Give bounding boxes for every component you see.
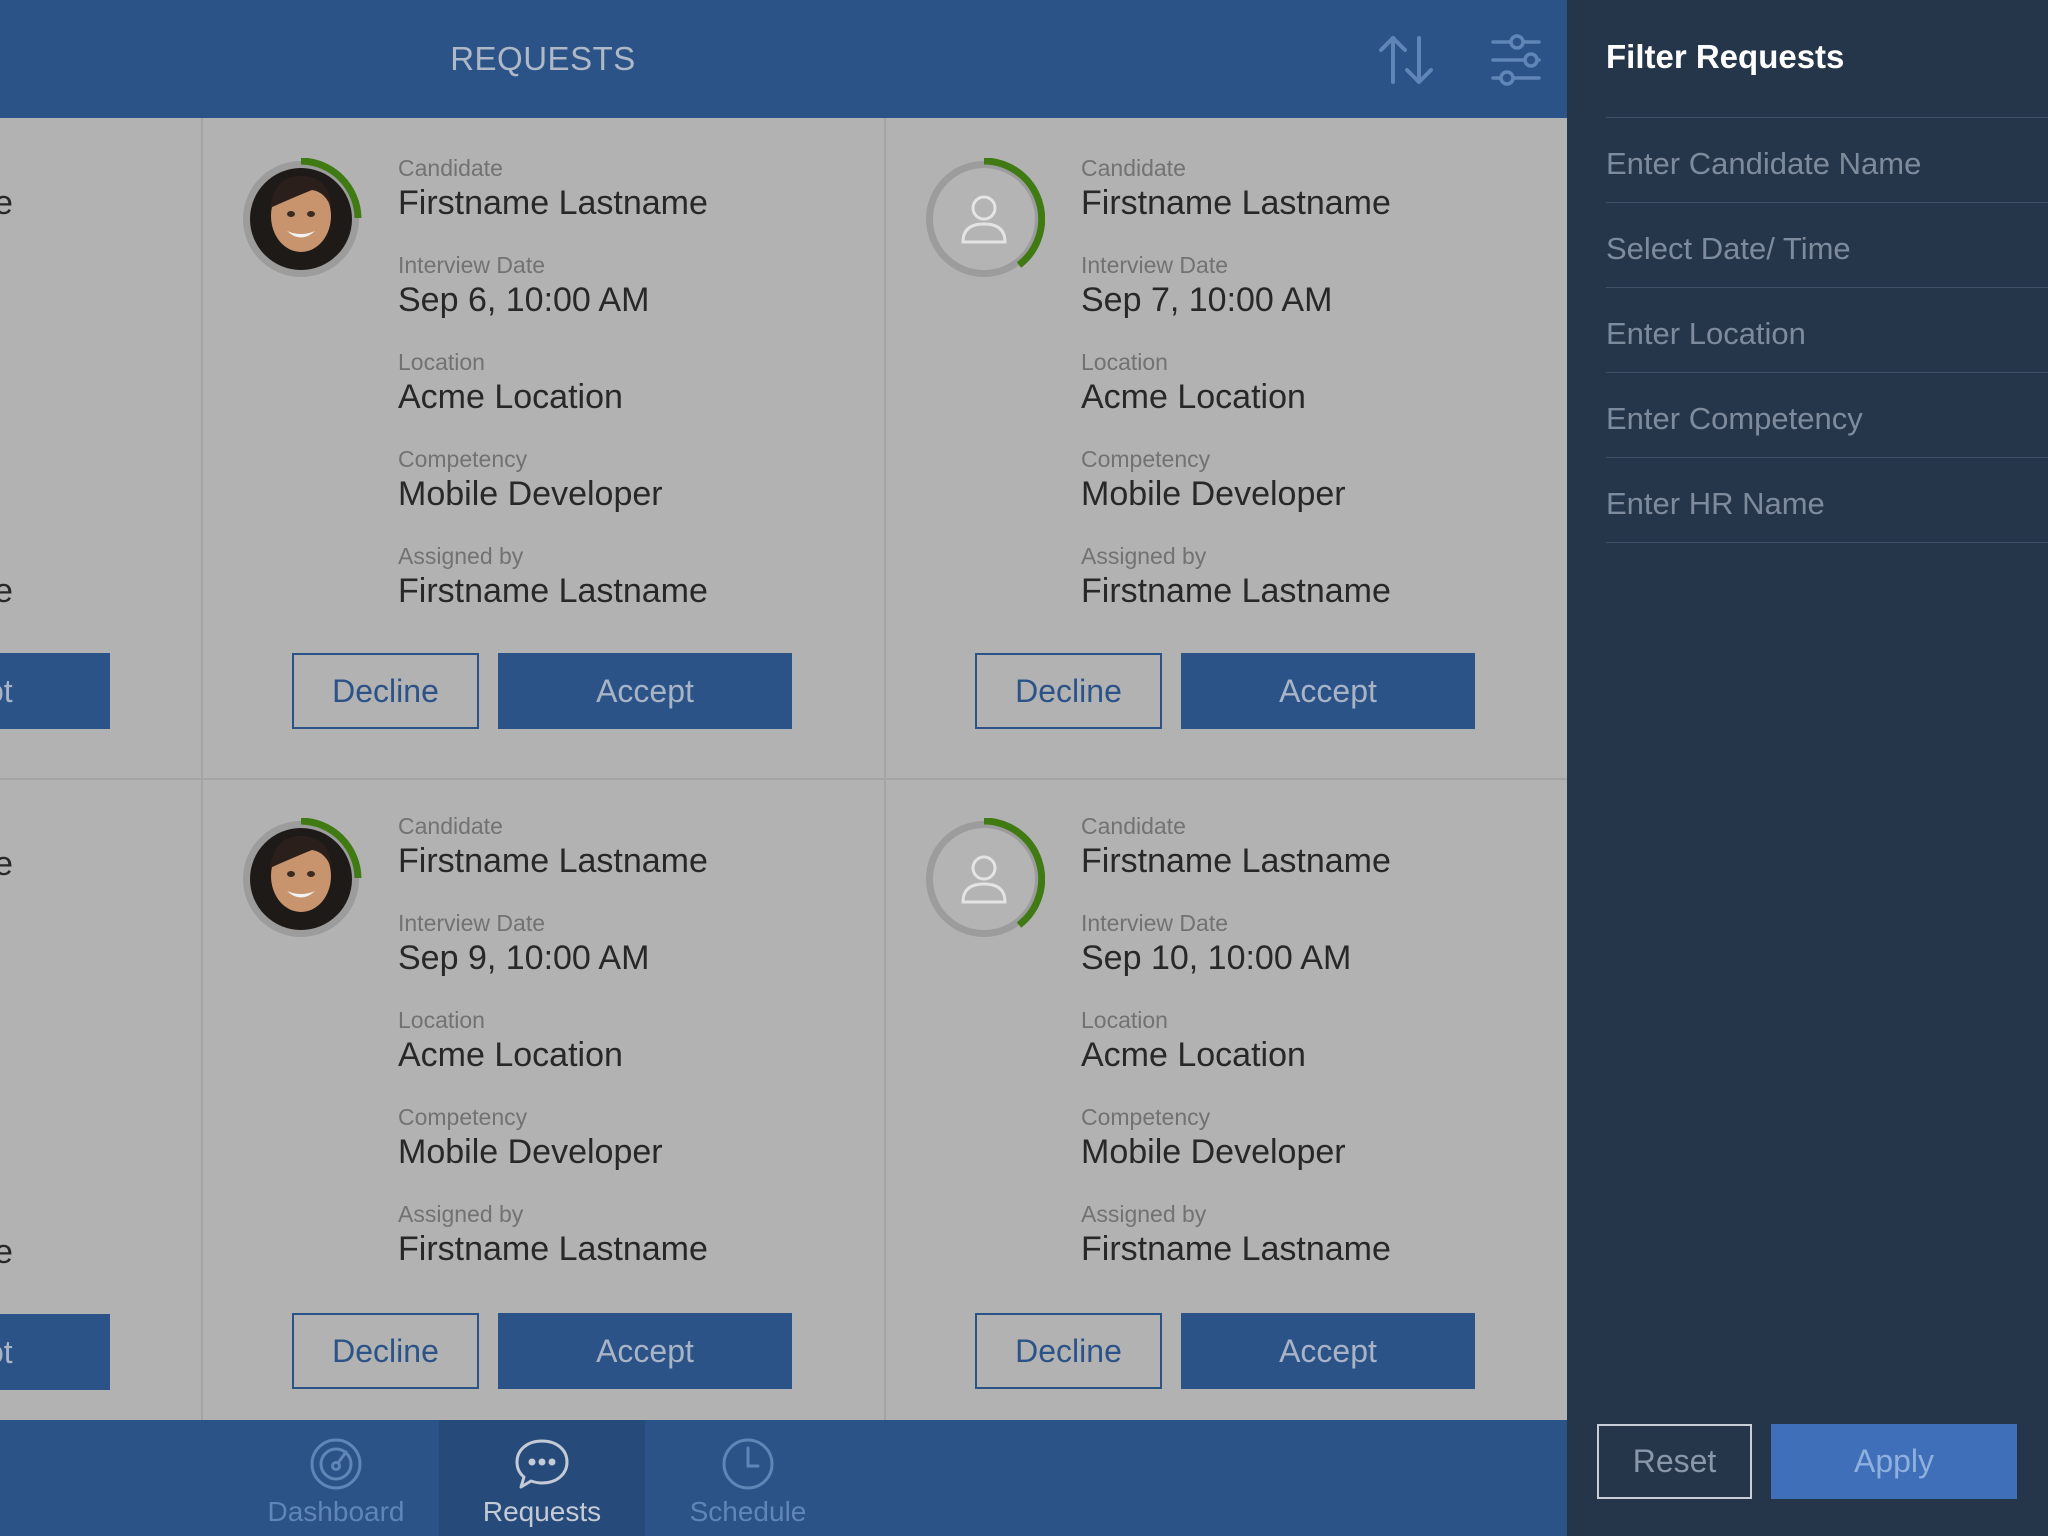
page-title: REQUESTS xyxy=(450,40,636,77)
location-input[interactable] xyxy=(1606,288,2048,372)
competency-label: Competency xyxy=(1081,446,1211,472)
decline-button[interactable]: Decline xyxy=(292,1313,479,1389)
competency-input[interactable] xyxy=(1606,373,2048,457)
interview-date-label: Interview Date xyxy=(1081,252,1229,278)
competency-value: Mobile Developer xyxy=(1081,1133,1346,1171)
sort-arrows-icon[interactable] xyxy=(1375,30,1437,90)
candidate-name-input[interactable] xyxy=(1606,118,2048,202)
candidate-avatar-placeholder xyxy=(923,158,1045,280)
competency-value: Mobile Developer xyxy=(398,1133,663,1171)
assigned-by-label: Assigned by xyxy=(1081,1201,1207,1227)
top-bar: REQUESTS xyxy=(0,0,1567,118)
tab-label: Requests xyxy=(482,1496,602,1527)
interview-date-label: Interview Date xyxy=(398,252,546,278)
candidate-label: Candidate xyxy=(1081,155,1186,181)
assigned-by-value: Firstname Lastname xyxy=(1081,1230,1391,1268)
dashboard-gauge-icon xyxy=(306,1434,366,1494)
candidate-name: Firstname Lastname xyxy=(398,184,708,222)
partial-value: e xyxy=(0,572,13,610)
interview-date-value: Sep 7, 10:00 AM xyxy=(1081,281,1333,319)
interview-date-value: Sep 9, 10:00 AM xyxy=(398,939,650,977)
accept-button[interactable]: Accept xyxy=(498,653,792,729)
assigned-by-label: Assigned by xyxy=(1081,543,1207,569)
partial-value: e xyxy=(0,184,13,222)
assigned-by-label: Assigned by xyxy=(398,543,524,569)
requests-screen: REQUESTS e e ot e e ot xyxy=(0,0,1567,1536)
date-time-input[interactable] xyxy=(1606,203,2048,287)
assigned-by-value: Firstname Lastname xyxy=(1081,572,1391,610)
interview-date-value: Sep 6, 10:00 AM xyxy=(398,281,650,319)
accept-button[interactable]: Accept xyxy=(1181,1313,1475,1389)
decline-button[interactable]: Decline xyxy=(975,1313,1162,1389)
candidate-name: Firstname Lastname xyxy=(398,842,708,880)
interview-date-label: Interview Date xyxy=(1081,910,1229,936)
request-card: Candidate Firstname Lastname Interview D… xyxy=(202,780,884,1440)
partial-accept-button[interactable]: ot xyxy=(0,653,110,729)
candidate-label: Candidate xyxy=(398,813,503,839)
reset-button[interactable]: Reset xyxy=(1597,1424,1752,1499)
candidate-avatar-placeholder xyxy=(923,818,1045,940)
partial-value: e xyxy=(0,1233,13,1271)
interview-date-label: Interview Date xyxy=(398,910,546,936)
tab-label: Schedule xyxy=(689,1496,807,1527)
competency-label: Competency xyxy=(1081,1104,1211,1130)
hr-name-input[interactable] xyxy=(1606,458,2048,542)
location-value: Acme Location xyxy=(398,378,623,416)
candidate-label: Candidate xyxy=(1081,813,1186,839)
location-value: Acme Location xyxy=(1081,1036,1306,1074)
filter-panel: Filter Requests Reset Apply xyxy=(1567,0,2048,1536)
accept-button[interactable]: Accept xyxy=(1181,653,1475,729)
assigned-by-value: Firstname Lastname xyxy=(398,1230,708,1268)
decline-button[interactable]: Decline xyxy=(975,653,1162,729)
decline-button[interactable]: Decline xyxy=(292,653,479,729)
tab-requests[interactable]: Requests xyxy=(439,1420,645,1536)
date-time-filter xyxy=(1606,203,2048,288)
tab-dashboard[interactable]: Dashboard xyxy=(233,1420,439,1536)
sliders-icon[interactable] xyxy=(1485,30,1547,90)
location-label: Location xyxy=(398,1007,485,1033)
location-label: Location xyxy=(398,349,485,375)
candidate-label: Candidate xyxy=(398,155,503,181)
tab-schedule[interactable]: Schedule xyxy=(645,1420,851,1536)
location-value: Acme Location xyxy=(1081,378,1306,416)
competency-label: Competency xyxy=(398,446,528,472)
interview-date-value: Sep 10, 10:00 AM xyxy=(1081,939,1352,977)
candidate-name: Firstname Lastname xyxy=(1081,842,1391,880)
tab-label: Dashboard xyxy=(267,1496,405,1527)
filter-panel-title: Filter Requests xyxy=(1606,38,1845,75)
candidate-avatar-photo xyxy=(240,818,362,940)
location-label: Location xyxy=(1081,1007,1168,1033)
candidate-name: Firstname Lastname xyxy=(1081,184,1391,222)
location-label: Location xyxy=(1081,349,1168,375)
hr-name-filter xyxy=(1606,458,2048,543)
clock-icon xyxy=(718,1434,778,1494)
accept-button[interactable]: Accept xyxy=(498,1313,792,1389)
assigned-by-label: Assigned by xyxy=(398,1201,524,1227)
candidate-avatar-photo xyxy=(240,158,362,280)
location-value: Acme Location xyxy=(398,1036,623,1074)
competency-value: Mobile Developer xyxy=(1081,475,1346,513)
candidate-name-filter xyxy=(1606,118,2048,203)
competency-label: Competency xyxy=(398,1104,528,1130)
partial-accept-button[interactable]: ot xyxy=(0,1314,110,1390)
request-card: Candidate Firstname Lastname Interview D… xyxy=(885,120,1567,780)
location-filter xyxy=(1606,288,2048,373)
request-card: Candidate Firstname Lastname Interview D… xyxy=(202,120,884,780)
partial-value: e xyxy=(0,845,13,883)
competency-value: Mobile Developer xyxy=(398,475,663,513)
request-card: Candidate Firstname Lastname Interview D… xyxy=(885,780,1567,1440)
chat-bubble-icon xyxy=(512,1434,572,1494)
assigned-by-value: Firstname Lastname xyxy=(398,572,708,610)
bottom-tab-bar: Dashboard Requests Schedule xyxy=(0,1420,1567,1536)
competency-filter xyxy=(1606,373,2048,458)
apply-button[interactable]: Apply xyxy=(1771,1424,2017,1499)
